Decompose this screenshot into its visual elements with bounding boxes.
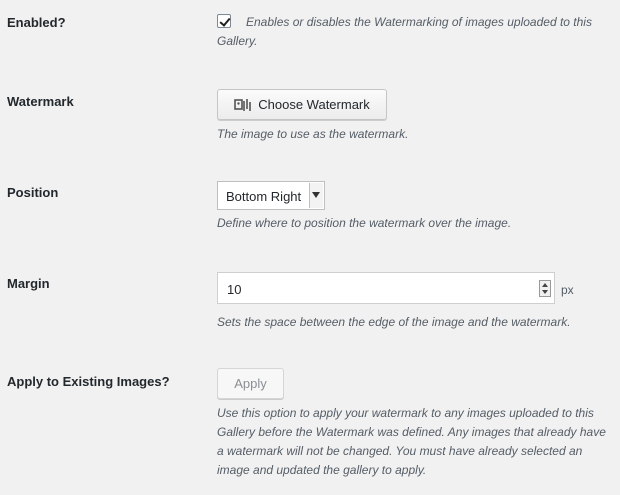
spinner-icon[interactable] — [539, 280, 551, 297]
chevron-down-icon[interactable] — [309, 183, 323, 208]
position-selected-value: Bottom Right — [226, 189, 302, 204]
enabled-description: Enables or disables the Watermarking of … — [217, 15, 592, 48]
decrement-icon[interactable] — [542, 290, 548, 294]
position-label: Position — [7, 185, 59, 200]
watermark-settings: Enabled? Enables or disables the Waterma… — [0, 0, 620, 495]
watermark-description: The image to use as the watermark. — [217, 127, 409, 141]
margin-value: 10 — [227, 282, 242, 297]
choose-watermark-label: Choose Watermark — [258, 97, 370, 112]
choose-watermark-button[interactable]: Choose Watermark — [217, 89, 387, 120]
margin-input[interactable]: 10 — [217, 272, 555, 304]
apply-existing-description: Use this option to apply your watermark … — [217, 406, 606, 477]
margin-unit: px — [561, 283, 574, 297]
margin-description: Sets the space between the edge of the i… — [217, 315, 571, 329]
apply-existing-label: Apply to Existing Images? — [7, 374, 170, 389]
media-icon — [234, 98, 252, 112]
watermark-label: Watermark — [7, 94, 74, 109]
position-select[interactable]: Bottom Right — [217, 181, 325, 210]
margin-label: Margin — [7, 276, 50, 291]
increment-icon[interactable] — [542, 283, 548, 287]
position-description: Define where to position the watermark o… — [217, 216, 512, 230]
apply-button[interactable]: Apply — [217, 368, 284, 399]
enabled-label: Enabled? — [7, 15, 66, 30]
